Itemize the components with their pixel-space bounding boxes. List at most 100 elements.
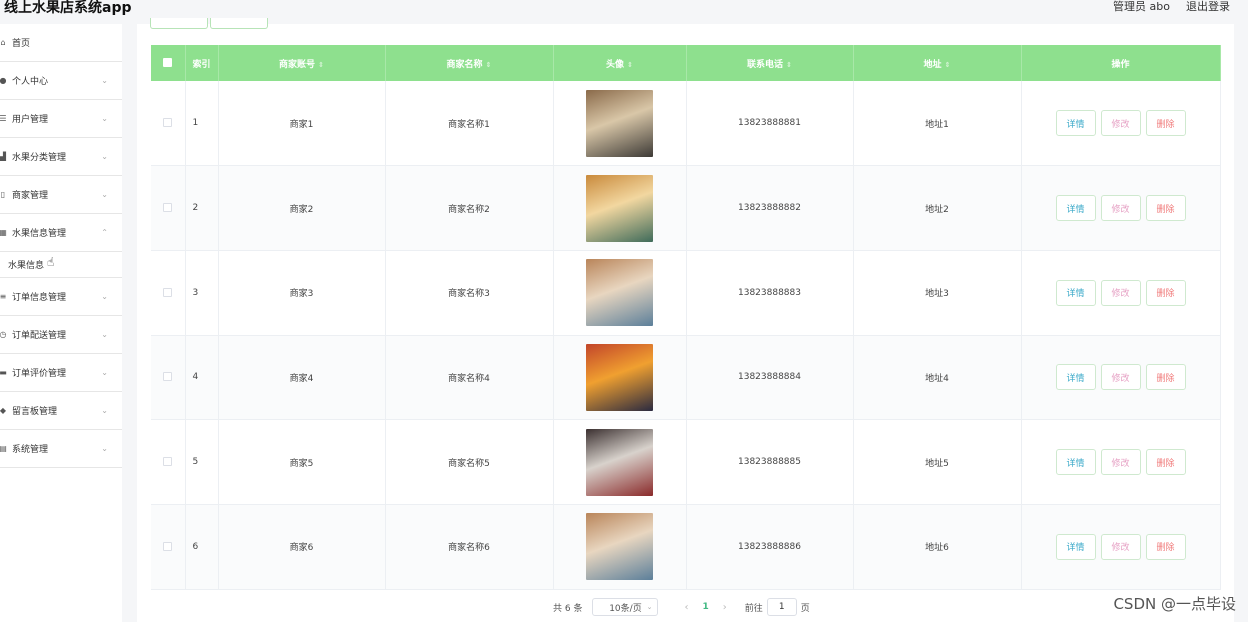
row-checkbox[interactable] — [163, 372, 173, 382]
next-page-button[interactable]: › — [723, 602, 727, 613]
row-select-cell — [151, 419, 186, 505]
row-select-cell — [151, 250, 186, 336]
sidebar-item[interactable]: ◆ 留言板管理 ⌄ — [0, 392, 122, 430]
chevron-down-icon: ⌄ — [101, 152, 108, 161]
delete-button[interactable]: 删除 — [1145, 533, 1186, 560]
cell-phone: 13823888885 — [686, 419, 854, 505]
avatar-image[interactable] — [586, 89, 653, 157]
cell-actions: 详情 修改 删除 — [1021, 504, 1221, 590]
edit-button[interactable]: 修改 — [1100, 533, 1141, 560]
cell-avatar — [553, 504, 687, 590]
goto-page-input[interactable] — [766, 598, 797, 616]
cell-phone: 13823888883 — [686, 250, 854, 336]
avatar-image[interactable] — [586, 343, 653, 411]
cell-account: 商家4 — [218, 335, 386, 421]
row-checkbox[interactable] — [163, 287, 173, 297]
sidebar-item[interactable]: ≡ 订单信息管理 ⌄ — [0, 278, 122, 316]
sidebar-item-label: 订单配送管理 — [12, 331, 67, 341]
prev-page-button[interactable]: ‹ — [684, 602, 688, 613]
hand-cursor-icon: ☝ — [47, 255, 55, 269]
toolbar-button-2[interactable] — [210, 18, 268, 29]
detail-button[interactable]: 详情 — [1055, 195, 1096, 222]
avatar-image[interactable] — [586, 513, 653, 581]
avatar-image[interactable] — [586, 174, 653, 242]
sidebar-item[interactable]: ▦ 水果信息管理 ⌃ — [0, 214, 122, 252]
cell-address: 地址4 — [853, 335, 1022, 421]
table-row: 1 商家1 商家名称1 13823888881 地址1 详情 修改 删除 — [151, 81, 1221, 167]
admin-user-label[interactable]: 管理员 abo — [1113, 0, 1170, 14]
delete-button[interactable]: 删除 — [1145, 195, 1186, 222]
sidebar-menu: ⌂ 首页 ● 个人中心 ⌄ ☰ 用户管理 ⌄ ▟ 水果分类管理 ⌄ ▯ 商家管理 ⌄ ▦ 水果信息管理 ⌃ 水果信… — [0, 24, 122, 622]
delete-button[interactable]: 删除 — [1145, 364, 1186, 391]
sidebar-subitem-fruit-info[interactable]: 水果信息 ☝ — [0, 252, 122, 278]
cell-account: 商家3 — [218, 250, 386, 336]
chevron-down-icon: ⌄ — [101, 444, 108, 453]
delete-button[interactable]: 删除 — [1145, 279, 1186, 306]
cell-index: 1 — [185, 81, 219, 167]
cell-index: 2 — [185, 165, 219, 251]
cell-avatar — [553, 250, 687, 336]
sidebar-item[interactable]: ⌂ 首页 — [0, 24, 122, 62]
chevron-down-icon: ⌄ — [101, 292, 108, 301]
page-size-select[interactable]: 10条/页 ⌄ — [592, 598, 659, 616]
column-header[interactable]: 商家账号 ⇕ — [218, 45, 386, 81]
sort-icon[interactable]: ⇕ — [486, 61, 492, 69]
detail-button[interactable]: 详情 — [1055, 364, 1096, 391]
cell-avatar — [553, 419, 687, 505]
sort-icon[interactable]: ⇕ — [318, 61, 324, 69]
row-actions: 详情 修改 删除 — [1022, 364, 1220, 391]
edit-button[interactable]: 修改 — [1100, 364, 1141, 391]
sidebar-item[interactable]: ▯ 商家管理 ⌄ — [0, 176, 122, 214]
row-checkbox[interactable] — [163, 541, 173, 551]
chart-icon: ▟ — [0, 152, 7, 161]
sort-icon[interactable]: ⇕ — [945, 61, 951, 69]
edit-button[interactable]: 修改 — [1100, 110, 1141, 137]
toolbar-button-1[interactable] — [150, 18, 208, 29]
row-checkbox[interactable] — [163, 457, 173, 467]
avatar-image[interactable] — [586, 259, 653, 327]
column-header: 索引 — [185, 45, 219, 81]
table-row: 5 商家5 商家名称5 13823888885 地址5 详情 修改 删除 — [151, 419, 1221, 505]
row-checkbox[interactable] — [163, 203, 173, 213]
cell-address: 地址6 — [853, 504, 1022, 590]
detail-button[interactable]: 详情 — [1055, 110, 1096, 137]
column-header[interactable]: 商家名称 ⇕ — [385, 45, 554, 81]
sort-icon[interactable]: ⇕ — [627, 61, 633, 69]
sidebar-item[interactable]: ▬ 订单评价管理 ⌄ — [0, 354, 122, 392]
cell-avatar — [553, 81, 687, 167]
edit-button[interactable]: 修改 — [1100, 449, 1141, 476]
logout-link[interactable]: 退出登录 — [1186, 0, 1230, 14]
column-header[interactable]: 地址 ⇕ — [853, 45, 1022, 81]
toolbar-buttons — [150, 18, 268, 29]
detail-button[interactable]: 详情 — [1055, 533, 1096, 560]
row-checkbox[interactable] — [163, 118, 173, 128]
goto-label: 前往 — [744, 603, 763, 614]
sidebar-item[interactable]: ☰ 用户管理 ⌄ — [0, 100, 122, 138]
edit-button[interactable]: 修改 — [1100, 279, 1141, 306]
sidebar-item[interactable]: ● 个人中心 ⌄ — [0, 62, 122, 100]
cell-avatar — [553, 335, 687, 421]
select-all-checkbox[interactable] — [163, 58, 173, 67]
main-content: 索引 商家账号 ⇕ 商家名称 ⇕ 头像 ⇕ 联系电话 ⇕ 地址 ⇕ 操作 1 商家1 商家名称1 13823… — [137, 18, 1234, 622]
cell-avatar — [553, 165, 687, 251]
sidebar-subitem-label: 水果信息 — [8, 261, 45, 271]
cell-account: 商家6 — [218, 504, 386, 590]
column-header[interactable]: 联系电话 ⇕ — [686, 45, 854, 81]
pagination: 共 6 条 10条/页 ⌄ ‹ 1 › 前往 页 — [553, 598, 810, 616]
current-page-number[interactable]: 1 — [702, 602, 708, 612]
detail-button[interactable]: 详情 — [1055, 449, 1096, 476]
avatar-image[interactable] — [586, 428, 653, 496]
sidebar-item[interactable]: ◷ 订单配送管理 ⌄ — [0, 316, 122, 354]
delete-button[interactable]: 删除 — [1145, 449, 1186, 476]
sidebar-item[interactable]: ▤ 系统管理 ⌄ — [0, 430, 122, 468]
sort-icon[interactable]: ⇕ — [786, 61, 792, 69]
table-row: 2 商家2 商家名称2 13823888882 地址2 详情 修改 删除 — [151, 165, 1221, 251]
cell-index: 6 — [185, 504, 219, 590]
detail-button[interactable]: 详情 — [1055, 279, 1096, 306]
edit-button[interactable]: 修改 — [1100, 195, 1141, 222]
cell-address: 地址3 — [853, 250, 1022, 336]
column-header[interactable]: 头像 ⇕ — [553, 45, 687, 81]
column-header-label: 商家账号 — [279, 59, 316, 70]
delete-button[interactable]: 删除 — [1145, 110, 1186, 137]
sidebar-item[interactable]: ▟ 水果分类管理 ⌄ — [0, 138, 122, 176]
